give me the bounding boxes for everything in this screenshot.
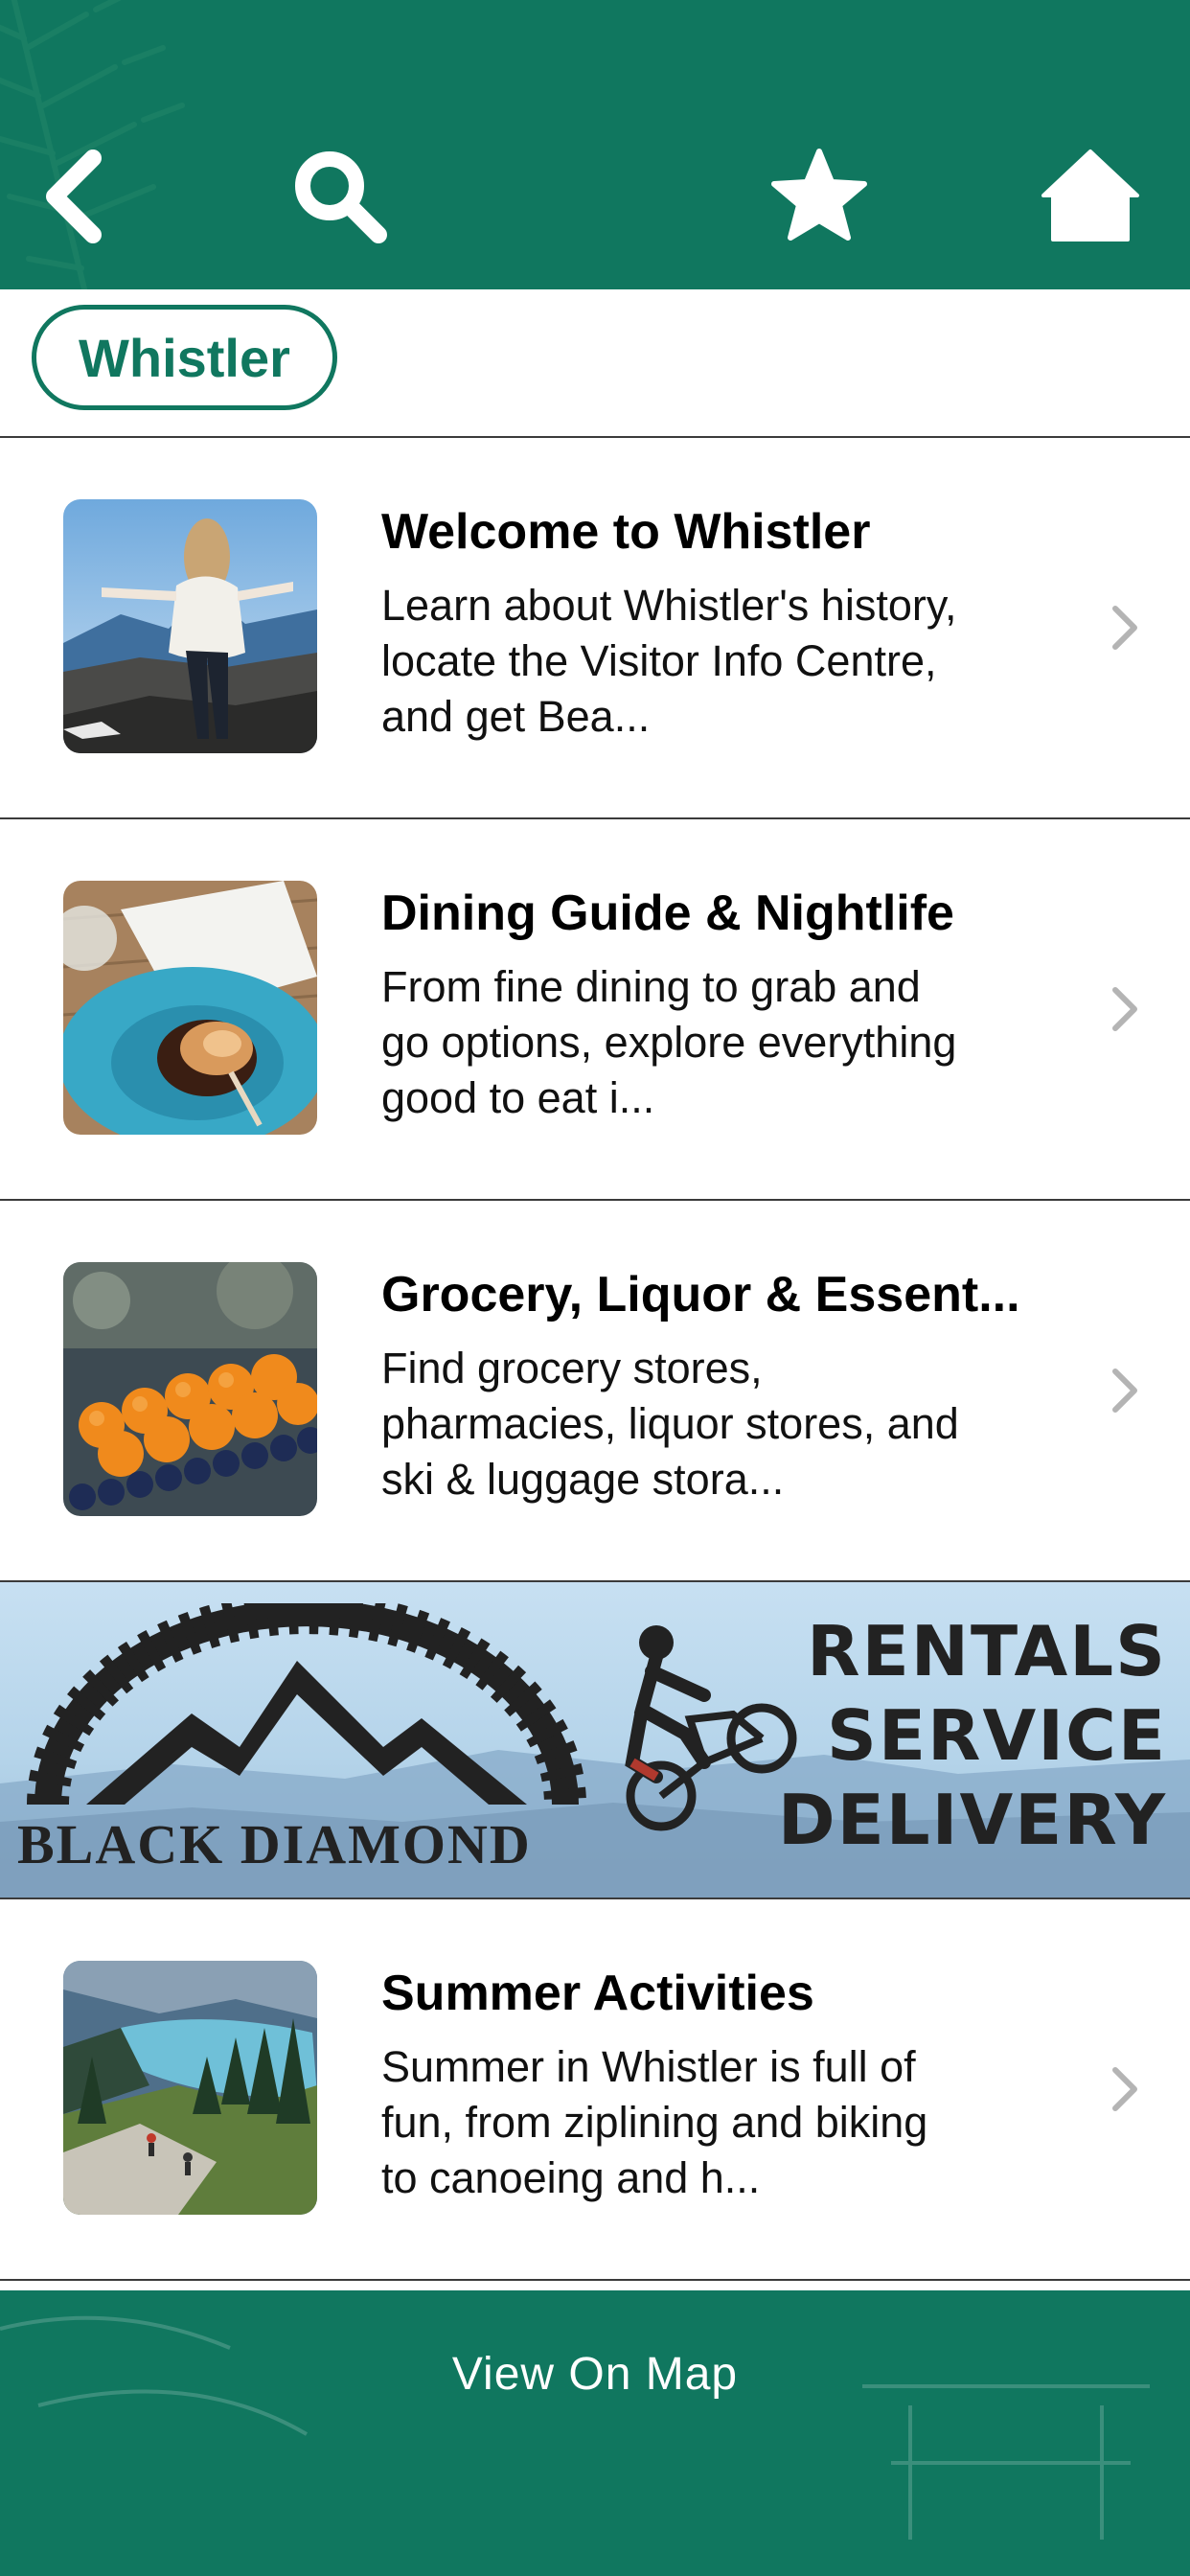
list-item-thumbnail <box>63 1961 317 2215</box>
list-item-thumbnail <box>63 499 317 753</box>
list-item-description: Learn about Whistler's history, locate t… <box>381 581 957 741</box>
location-filter-bar: Whistler <box>0 289 1190 438</box>
search-icon <box>295 151 387 243</box>
search-button[interactable] <box>287 144 393 249</box>
banner-line-rentals: RENTALS <box>807 1611 1167 1691</box>
list-item-description: From fine dining to grab and go options,… <box>381 962 957 1122</box>
list-item-title: Dining Guide & Nightlife <box>381 886 954 941</box>
banner-brand-name: BLACK DIAMOND <box>17 1813 532 1875</box>
list-item-thumbnail <box>63 881 317 1135</box>
back-icon <box>46 150 102 243</box>
list-item-title: Summer Activities <box>381 1966 814 2021</box>
list-item[interactable]: Summer Activities Summer in Whistler is … <box>0 1899 1190 2281</box>
list-item-description: Summer in Whistler is full of fun, from … <box>381 2042 928 2202</box>
star-icon <box>771 149 867 241</box>
home-button[interactable] <box>1038 144 1143 249</box>
chevron-right-icon <box>1112 2067 1137 2111</box>
advertisement-banner[interactable]: BLACK DIAMOND RENTALS SERVICE DELIVERY <box>0 1582 1190 1899</box>
list-item-description: Find grocery stores, pharmacies, liquor … <box>381 1344 959 1504</box>
chevron-right-icon <box>1112 1368 1137 1413</box>
list-item[interactable]: Dining Guide & Nightlife From fine dinin… <box>0 819 1190 1201</box>
top-navigation-bar <box>0 0 1190 289</box>
list-item-thumbnail <box>63 1262 317 1516</box>
banner-line-delivery: DELIVERY <box>777 1780 1167 1860</box>
chevron-right-icon <box>1112 987 1137 1031</box>
banner-line-service: SERVICE <box>826 1695 1167 1776</box>
list-item[interactable]: Grocery, Liquor & Essent... Find grocery… <box>0 1201 1190 1582</box>
list-item[interactable]: Welcome to Whistler Learn about Whistler… <box>0 438 1190 819</box>
location-chip[interactable]: Whistler <box>32 305 337 410</box>
mountain-biker-illustration <box>625 1625 797 1831</box>
favorites-button[interactable] <box>767 144 872 249</box>
back-button[interactable] <box>19 144 125 249</box>
bottom-bar: View On Map <box>0 2290 1190 2576</box>
footer-texture-decoration <box>0 2315 1150 2540</box>
home-icon <box>1041 150 1139 242</box>
list-item-title: Grocery, Liquor & Essent... <box>381 1267 1020 1322</box>
view-on-map-button[interactable]: View On Map <box>0 2348 1190 2401</box>
list-item-title: Welcome to Whistler <box>381 504 871 560</box>
chevron-right-icon <box>1112 606 1137 650</box>
